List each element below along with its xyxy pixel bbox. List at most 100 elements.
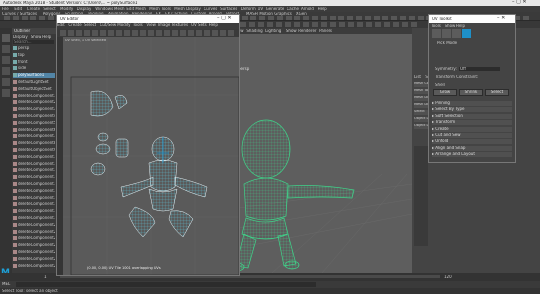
- status-tool-icon[interactable]: [330, 22, 336, 27]
- toolkit-menu-item[interactable]: Tools: [431, 24, 441, 28]
- shelf-tool-icon[interactable]: [241, 16, 248, 20]
- toolkit-section[interactable]: ▸ Create: [432, 126, 512, 132]
- uv-menu-item[interactable]: Create: [68, 23, 81, 27]
- symmetry-dropdown[interactable]: Off: [459, 67, 500, 71]
- uv-toolbar-icon[interactable]: [220, 30, 226, 36]
- toolkit-section[interactable]: ▸ Select By Type: [432, 107, 512, 113]
- outliner-item[interactable]: deleteComponent14: [13, 182, 55, 187]
- shelf-tool-icon[interactable]: [4, 16, 10, 20]
- status-tool-icon[interactable]: [348, 22, 354, 27]
- outliner-item[interactable]: deleteComponent15: [13, 188, 55, 194]
- shelf-tool-icon[interactable]: [12, 16, 19, 20]
- shelf-tool-icon[interactable]: [391, 16, 398, 20]
- outliner-menu-item[interactable]: Help: [42, 35, 51, 39]
- menu-item[interactable]: Mesh Display: [174, 7, 201, 11]
- paint-select-icon[interactable]: [2, 56, 10, 64]
- shelf-tool-icon[interactable]: [268, 16, 274, 20]
- outliner-item[interactable]: deleteComponent2: [13, 100, 55, 105]
- vertex-mode-icon[interactable]: [432, 29, 441, 38]
- menu-item[interactable]: Create: [27, 7, 40, 11]
- shelf-tool-icon[interactable]: [408, 16, 415, 20]
- uv-grid[interactable]: (0.00, 0.00) UV Tile 1001 overlapping UV…: [63, 37, 239, 275]
- toolkit-window-controls[interactable]: – ✕: [497, 16, 513, 21]
- rotate-tool-icon[interactable]: [2, 78, 10, 86]
- uv-toolbar-icon[interactable]: [60, 30, 66, 36]
- uv-toolbar-icon[interactable]: [68, 30, 74, 36]
- outliner-item[interactable]: front: [13, 59, 55, 65]
- uv-toolbar-icon[interactable]: [84, 30, 90, 36]
- uv-toolbar-icon[interactable]: [164, 30, 170, 36]
- outliner-item[interactable]: persp: [13, 46, 55, 51]
- shelf-tool-icon[interactable]: [294, 16, 301, 20]
- outliner-item[interactable]: deleteComponent11: [13, 161, 55, 167]
- shelf-tool-icon[interactable]: [382, 16, 389, 20]
- menu-item[interactable]: Deform: [241, 7, 256, 11]
- shelf-tool-icon[interactable]: [338, 16, 345, 20]
- menu-item[interactable]: Arnold: [301, 7, 314, 11]
- status-tool-icon[interactable]: [393, 22, 399, 27]
- toolkit-button[interactable]: Grow: [433, 89, 457, 96]
- outliner-item[interactable]: deleteComponent3: [13, 107, 55, 112]
- attribute-section[interactable]: Mesh Dis: [414, 103, 428, 108]
- shelf-tool-icon[interactable]: [303, 16, 310, 20]
- status-tool-icon[interactable]: [240, 22, 246, 27]
- status-tool-icon[interactable]: [312, 22, 318, 27]
- outliner-item[interactable]: deleteComponent16: [13, 195, 55, 201]
- status-tool-icon[interactable]: [276, 22, 282, 27]
- outliner-item[interactable]: defaultObjectSet: [13, 86, 55, 92]
- outliner-item[interactable]: deleteComponent8: [13, 141, 55, 146]
- shelf-tool-icon[interactable]: [259, 16, 266, 20]
- outliner-item[interactable]: deleteComponent9: [13, 148, 55, 153]
- shelf-tool-icon[interactable]: [523, 16, 530, 20]
- toolkit-section[interactable]: ▸ Cut and Sew: [432, 133, 512, 138]
- toolkit-section[interactable]: ▸ Transform: [432, 120, 512, 126]
- attribute-section[interactable]: Mesh To: [414, 89, 428, 94]
- window-controls[interactable]: – ▢ ✕: [512, 0, 538, 5]
- toolkit-section[interactable]: ▸ Arrange and Layout: [432, 152, 512, 158]
- viewport-menu-item[interactable]: Renderer: [298, 29, 316, 33]
- menu-item[interactable]: Select: [43, 7, 55, 11]
- attribute-section[interactable]: Mesh Co: [414, 82, 428, 87]
- shelf-tool-icon[interactable]: [373, 16, 380, 20]
- shelf-tool-icon[interactable]: [400, 16, 406, 20]
- toolkit-menu-item[interactable]: Show: [445, 24, 456, 28]
- menu-item[interactable]: File: [2, 7, 9, 11]
- menu-item[interactable]: Modify: [60, 7, 73, 11]
- uv-menu-item[interactable]: Image: [158, 23, 171, 27]
- status-tool-icon[interactable]: [267, 22, 273, 27]
- scale-tool-icon[interactable]: [2, 89, 10, 97]
- shelf-tool-icon[interactable]: [250, 16, 257, 20]
- toolkit-button[interactable]: Shrink: [459, 89, 483, 96]
- face-mode-icon[interactable]: [452, 29, 461, 38]
- command-input[interactable]: [16, 282, 316, 287]
- viewport-menu-item[interactable]: Lighting: [265, 29, 281, 33]
- outliner-item[interactable]: deleteComponent6: [13, 127, 55, 133]
- shelf-tool-icon[interactable]: [21, 16, 28, 20]
- uv-window-controls[interactable]: – ▢ ✕: [217, 16, 237, 21]
- status-tool-icon[interactable]: [384, 22, 390, 27]
- status-tool-icon[interactable]: [357, 22, 363, 27]
- attribute-menu-item[interactable]: List: [414, 75, 421, 79]
- menu-item[interactable]: Mesh: [114, 7, 125, 11]
- menu-item[interactable]: Help: [318, 7, 327, 11]
- shelf-tool-icon[interactable]: [356, 16, 362, 20]
- status-tool-icon[interactable]: [249, 22, 255, 27]
- outliner-item[interactable]: deleteComponent22: [13, 236, 55, 241]
- shelf-tool-icon[interactable]: [276, 16, 283, 20]
- attribute-section[interactable]: Mesh Dis: [414, 96, 428, 101]
- outliner-item[interactable]: deleteComponent7: [13, 134, 55, 139]
- lasso-tool-icon[interactable]: [2, 45, 10, 53]
- menu-item[interactable]: Curves: [204, 7, 218, 11]
- menu-item[interactable]: Cache: [287, 7, 299, 11]
- outliner-item[interactable]: deleteComponent10: [13, 154, 55, 160]
- menu-item[interactable]: Generate: [266, 7, 285, 11]
- shelf-tool-icon[interactable]: [364, 16, 371, 20]
- uv-toolbar-icon[interactable]: [212, 30, 218, 36]
- outliner-item[interactable]: deleteComponent1: [13, 93, 55, 99]
- uv-toolbar-icon[interactable]: [180, 30, 186, 36]
- status-tool-icon[interactable]: [375, 22, 381, 27]
- uv-menu-item[interactable]: Edit: [57, 23, 65, 27]
- menu-item[interactable]: Display: [77, 7, 92, 11]
- uv-menu-item[interactable]: Cut/Sew: [100, 23, 117, 27]
- menu-item[interactable]: Mesh Tools: [149, 7, 171, 11]
